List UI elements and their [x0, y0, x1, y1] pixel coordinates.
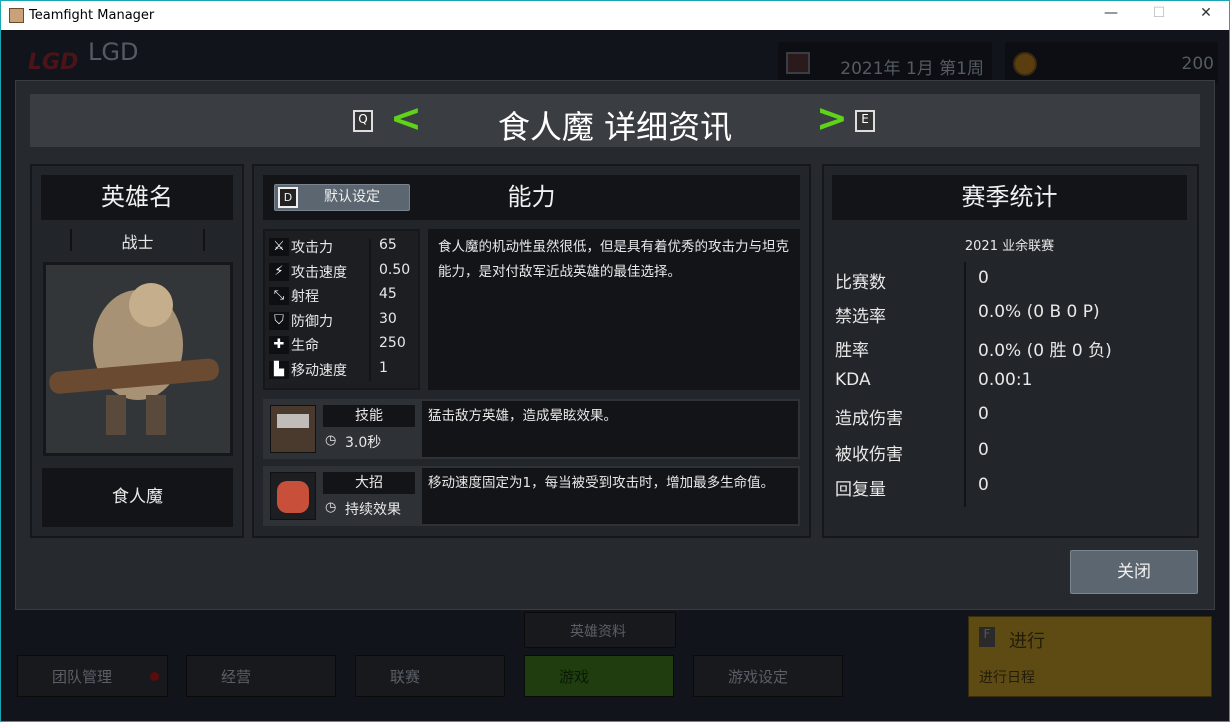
nav-business[interactable]: 经营: [186, 655, 336, 697]
stat-row: ▙ 移动速度 1: [269, 359, 419, 381]
skill-icon: [270, 405, 316, 453]
clock-icon: ◷: [325, 433, 337, 448]
maximize-button[interactable]: ☐: [1144, 5, 1174, 27]
notification-dot: [150, 672, 159, 681]
health-cross-icon: ✚: [269, 336, 289, 355]
ultimate-cooldown: 持续效果: [345, 502, 401, 518]
season-stat-label: 造成伤害: [835, 409, 903, 429]
nav-game-settings[interactable]: 游戏设定: [693, 655, 843, 697]
skill-row: 技能 ◷ 3.0秒 猛击敌方英雄，造成晕眩效果。: [263, 399, 800, 459]
nav-team-management[interactable]: 团队管理: [17, 655, 168, 697]
calendar-icon: [786, 52, 810, 74]
stats-divider: [964, 262, 966, 507]
skill-description: 猛击敌方英雄，造成晕眩效果。: [428, 408, 617, 424]
key-e-icon: E: [855, 110, 875, 132]
season-stat-value: 0: [978, 475, 989, 495]
nav-game[interactable]: 游戏: [524, 655, 674, 697]
date-box: 2021年 1月 第1周: [778, 42, 992, 84]
key-f-icon: F: [979, 627, 995, 647]
range-icon: ⤡: [269, 287, 289, 306]
season-stat-label: 被收伤害: [835, 445, 903, 465]
stat-row: ✚ 生命 250: [269, 334, 419, 356]
next-hero-arrow[interactable]: >: [816, 96, 848, 140]
skill-cooldown: 3.0秒: [345, 435, 382, 451]
hero-name: 食人魔: [42, 468, 233, 527]
season-stat-value: 0.0% (0 B 0 P): [978, 302, 1100, 322]
stat-label: 射程: [291, 289, 319, 306]
season-stat-value: 0: [978, 440, 989, 460]
stat-value: 250: [379, 335, 406, 352]
ultimate-row: 大招 ◷ 持续效果 移动速度固定为1，每当被受到攻击时，增加最多生命值。: [263, 466, 800, 526]
nav-label: 团队管理: [52, 668, 113, 686]
default-settings-button[interactable]: D 默认设定: [274, 184, 410, 211]
sword-icon: ⚔: [269, 238, 289, 256]
stat-row: ⚡ 攻击速度 0.50: [269, 261, 419, 283]
league-name: 2021 业余联赛: [964, 239, 1055, 254]
stat-label: 生命: [291, 338, 319, 355]
season-stat-label: 禁选率: [835, 307, 886, 327]
stat-label: 攻击速度: [291, 264, 347, 281]
season-stat-label: 回复量: [835, 480, 886, 500]
ogre-sprite: [49, 283, 219, 435]
stat-value: 0.50: [379, 261, 411, 278]
coin-icon: [1013, 52, 1037, 76]
team-name: LGD: [88, 38, 139, 66]
stat-row: ⛉ 防御力 30: [269, 310, 419, 332]
nav-league[interactable]: 联赛: [355, 655, 505, 697]
stats-box: ⚔ 攻击力 65 ⚡ 攻击速度 0.50 ⤡ 射程 45 ⛉ 防御力 30 ✚ …: [263, 229, 420, 390]
clock-icon: ◷: [325, 500, 337, 515]
ultimate-description: 移动速度固定为1，每当被受到攻击时，增加最多生命值。: [428, 475, 775, 491]
stat-value: 65: [379, 237, 397, 253]
hero-role: 战士: [70, 229, 205, 252]
hero-description: 食人魔的机动性虽然很低，但是具有着优秀的攻击力与坦克能力，是对付敌军近战英雄的最…: [428, 229, 800, 390]
stat-value: 30: [379, 310, 397, 327]
minimize-button[interactable]: —: [1096, 5, 1126, 27]
date-text: 2021年 1月 第1周: [840, 59, 984, 79]
gold-box: 200: [1005, 42, 1218, 84]
season-header: 赛季统计: [832, 175, 1187, 220]
proceed-button[interactable]: F 进行 进行日程: [968, 616, 1212, 697]
title-bar: Teamfight Manager — ☐ ✕: [0, 0, 1230, 30]
stat-label: 攻击力: [291, 240, 333, 256]
proceed-label: 进行: [1009, 631, 1045, 652]
shield-icon: ⛉: [269, 311, 289, 330]
dialog-header: Q < 食人魔 详细资讯 > E: [30, 94, 1200, 147]
season-stat-value: 0.0% (0 胜 0 负): [978, 341, 1112, 361]
ultimate-label: 大招: [323, 472, 415, 494]
stat-row: ⚔ 攻击力 65: [269, 236, 419, 258]
boot-icon: ▙: [269, 361, 289, 379]
nav-label: 联赛: [390, 668, 421, 686]
hero-info-button[interactable]: 英雄资料: [524, 612, 676, 648]
hero-header: 英雄名: [41, 175, 233, 220]
hero-portrait: [43, 262, 233, 456]
stat-value: 1: [379, 360, 388, 376]
team-logo: LGD: [28, 50, 79, 75]
season-stat-label: KDA: [835, 370, 871, 390]
nav-label: 经营: [221, 668, 252, 686]
close-window-button[interactable]: ✕: [1191, 5, 1221, 27]
ultimate-icon: [270, 472, 316, 520]
nav-label: 游戏: [559, 668, 590, 686]
key-d-icon: D: [278, 187, 298, 208]
season-stat-label: 胜率: [835, 341, 869, 361]
close-button[interactable]: 关闭: [1070, 550, 1198, 594]
stat-label: 防御力: [291, 313, 333, 330]
season-stat-value: 0: [978, 404, 989, 424]
app-icon: [9, 8, 24, 23]
season-stat-label: 比赛数: [835, 273, 886, 293]
dialog-title: 食人魔 详细资讯: [497, 108, 733, 146]
nav-label: 游戏设定: [728, 668, 789, 686]
stat-row: ⤡ 射程 45: [269, 285, 419, 307]
skill-label: 技能: [323, 405, 415, 427]
gold-amount: 200: [1181, 54, 1214, 74]
proceed-sub: 进行日程: [979, 670, 1035, 686]
attack-speed-icon: ⚡: [269, 262, 289, 281]
default-settings-label: 默认设定: [324, 189, 380, 205]
stat-label: 移动速度: [291, 363, 347, 379]
season-stat-value: 0.00:1: [978, 370, 1033, 390]
season-stat-value: 0: [978, 268, 989, 288]
stat-value: 45: [379, 286, 397, 303]
window-title: Teamfight Manager: [29, 8, 155, 23]
